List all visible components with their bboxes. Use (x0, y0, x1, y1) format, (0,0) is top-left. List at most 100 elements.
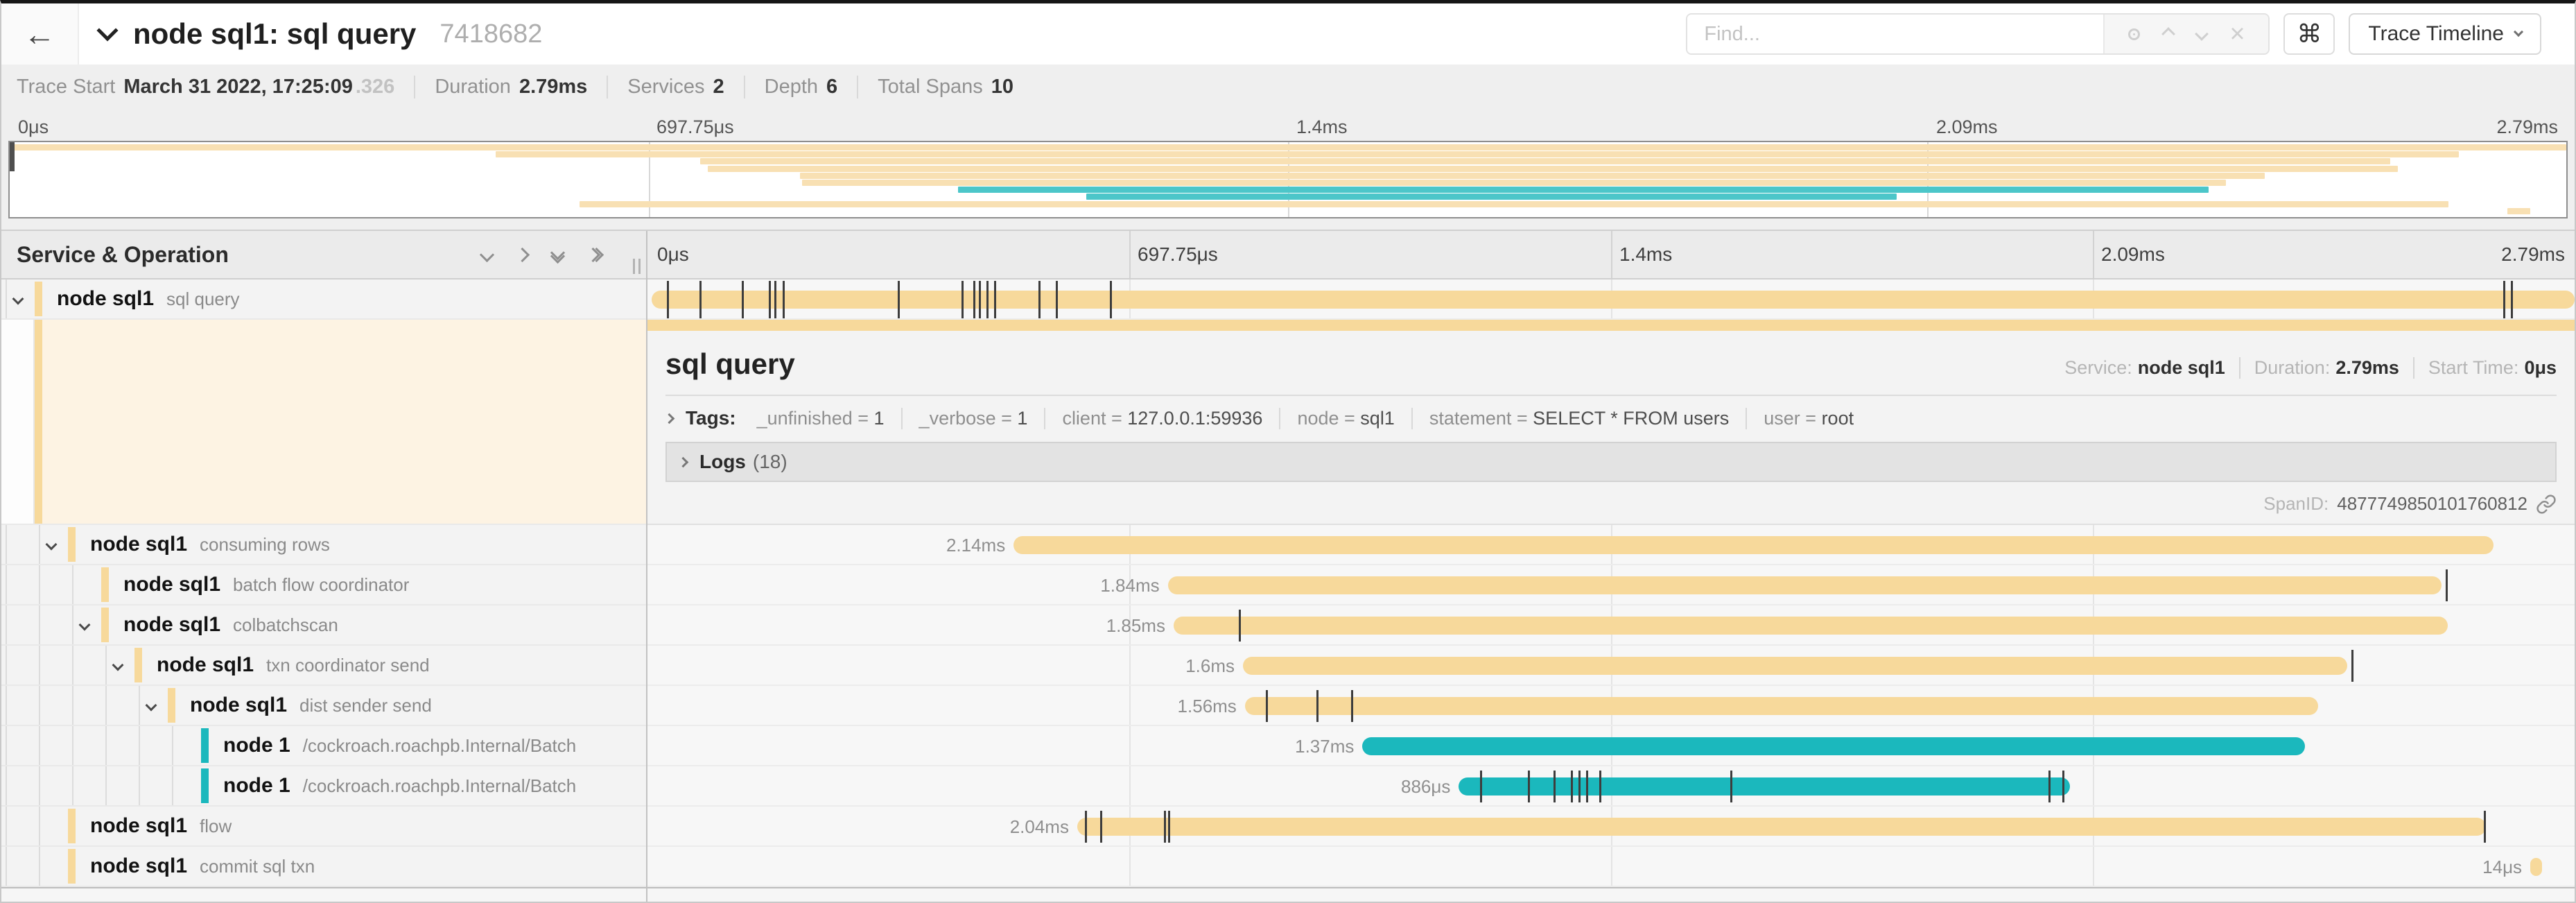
log-marker-tick (2511, 281, 2513, 318)
trace-minimap: 0μs697.75μs1.4ms2.09ms2.79ms (1, 109, 2575, 230)
log-marker-tick (961, 281, 964, 318)
duration-item: Duration2.79ms (414, 76, 607, 98)
total-spans-item: Total Spans10 (857, 76, 1033, 98)
log-marker-tick (1239, 610, 1241, 642)
span-bar-row[interactable]: 1.37ms (647, 726, 2575, 766)
tag-item: client = 127.0.0.1:59936 (1044, 408, 1279, 429)
span-bar-row[interactable]: 14μs (647, 847, 2575, 887)
log-marker-tick (979, 281, 981, 318)
span-tree-row[interactable]: node 1/cockroach.roachpb.Internal/Batch (1, 726, 646, 766)
span-tree-row[interactable]: node sql1flow (1, 807, 646, 847)
logs-count: (18) (753, 451, 787, 473)
detail-duration: Duration:2.79ms (2239, 357, 2399, 379)
deep-link-icon[interactable] (2536, 494, 2557, 515)
span-color-strip (101, 608, 109, 642)
span-bar-row[interactable]: 2.04ms (647, 807, 2575, 847)
span-bar-row[interactable]: 2.14ms (647, 525, 2575, 565)
minimap-span-bar (958, 187, 2208, 193)
keyboard-shortcuts-button[interactable]: ⌘ (2283, 13, 2335, 55)
logs-toggle-row[interactable]: Logs (18) (665, 442, 2557, 482)
minimap-span-bar (14, 144, 2566, 150)
column-resizer-handle[interactable] (633, 259, 641, 274)
expanded-span-left-cell (1, 320, 646, 525)
tree-rows: node sql1consuming rowsnode sql1batch fl… (1, 525, 646, 887)
collapse-one-icon[interactable] (480, 247, 494, 261)
depth-guide-line (6, 565, 7, 604)
span-bar-row[interactable]: 1.56ms (647, 686, 2575, 726)
tag-item: node = sql1 (1279, 408, 1411, 429)
expand-chevron-icon[interactable] (112, 660, 124, 671)
span-bar[interactable] (1245, 697, 2318, 715)
chevron-right-icon (664, 413, 675, 424)
prev-match-icon[interactable] (2161, 27, 2175, 41)
depth-guide-line (39, 565, 40, 604)
span-bar[interactable] (652, 291, 2575, 309)
clear-search-icon[interactable]: × (2229, 21, 2245, 47)
expand-one-icon[interactable] (515, 247, 530, 261)
span-bar-row[interactable]: 1.85ms (647, 605, 2575, 646)
minimap-tick-label: 2.09ms (1936, 117, 1998, 138)
span-tree-row[interactable]: node sql1batch flow coordinator (1, 565, 646, 605)
expand-chevron-icon[interactable] (46, 539, 58, 551)
focus-match-icon[interactable] (2128, 28, 2140, 40)
operation-name: /cockroach.roachpb.Internal/Batch (303, 735, 577, 757)
span-duration-label: 1.56ms (1178, 686, 1237, 726)
span-bar[interactable] (1459, 777, 2069, 796)
span-bar-row[interactable]: 1.84ms (647, 565, 2575, 605)
span-bar[interactable] (1243, 657, 2347, 675)
span-bar[interactable] (1168, 576, 2442, 594)
log-marker-tick (2484, 811, 2486, 843)
span-color-strip (68, 809, 76, 843)
span-tree-row[interactable]: node sql1commit sql txn (1, 847, 646, 887)
find-input[interactable] (1687, 15, 2103, 53)
expand-chevron-icon[interactable] (12, 293, 24, 305)
depth-guide-line (72, 605, 73, 644)
expand-all-icon[interactable] (588, 250, 602, 260)
span-bar-row[interactable]: 886μs (647, 766, 2575, 807)
span-bar[interactable] (2530, 858, 2542, 876)
log-marker-tick (742, 281, 744, 318)
operation-name: batch flow coordinator (233, 574, 409, 596)
span-bar[interactable] (1077, 818, 2486, 836)
span-color-strip (68, 527, 76, 562)
span-tree-row[interactable]: node sql1dist sender send (1, 686, 646, 726)
view-selector-button[interactable]: Trace Timeline (2349, 13, 2541, 55)
span-bar-row[interactable] (647, 280, 2575, 320)
span-bar[interactable] (1013, 536, 2494, 554)
expand-chevron-icon[interactable] (79, 619, 91, 631)
span-bar[interactable] (1362, 737, 2304, 755)
minimap-canvas[interactable] (8, 141, 2568, 218)
timeline-ruler: 0μs697.75μs1.4ms2.09ms2.79ms (647, 231, 2575, 280)
collapse-all-icon[interactable] (552, 248, 563, 261)
span-detail-card: sql query Service:node sql1 Duration:2.7… (647, 331, 2575, 515)
depth-guide-line (139, 766, 140, 805)
minimap-scrubber-handle[interactable] (10, 142, 15, 171)
collapse-controls (482, 248, 646, 261)
log-marker-tick (1599, 771, 1601, 802)
span-tree-row[interactable]: node 1/cockroach.roachpb.Internal/Batch (1, 766, 646, 807)
span-bar-row[interactable]: 1.6ms (647, 646, 2575, 686)
expand-chevron-icon[interactable] (146, 700, 157, 712)
tags-toggle-row[interactable]: Tags: _unfinished = 1_verbose = 1client … (665, 396, 2557, 435)
span-duration-label: 1.6ms (1185, 646, 1235, 686)
span-color-strip (201, 768, 209, 803)
log-marker-tick (2503, 281, 2505, 318)
span-tree-row[interactable]: node sql1txn coordinator send (1, 646, 646, 686)
depth-guide-line (139, 726, 140, 765)
span-tree-row[interactable]: node sql1consuming rows (1, 525, 646, 565)
span-bar[interactable] (1174, 617, 2448, 635)
minimap-tick-label: 697.75μs (656, 117, 734, 138)
collapse-trace-chevron-icon[interactable] (96, 19, 118, 41)
span-tree-row[interactable]: node sql1colbatchscan (1, 605, 646, 646)
log-marker-tick (1164, 811, 1166, 843)
span-color-strip (68, 849, 76, 884)
next-match-icon[interactable] (2195, 27, 2209, 41)
ruler-tick-label: 1.4ms (1619, 243, 1672, 266)
ruler-grid-line (2093, 231, 2094, 278)
depth-guide-line (6, 766, 7, 805)
back-button[interactable]: ← (1, 3, 79, 64)
depth-guide-line (105, 766, 107, 805)
services-item: Services2 (607, 76, 743, 98)
span-tree-row[interactable]: node sql1sql query (1, 280, 646, 320)
service-name: node sql1 (57, 287, 154, 311)
